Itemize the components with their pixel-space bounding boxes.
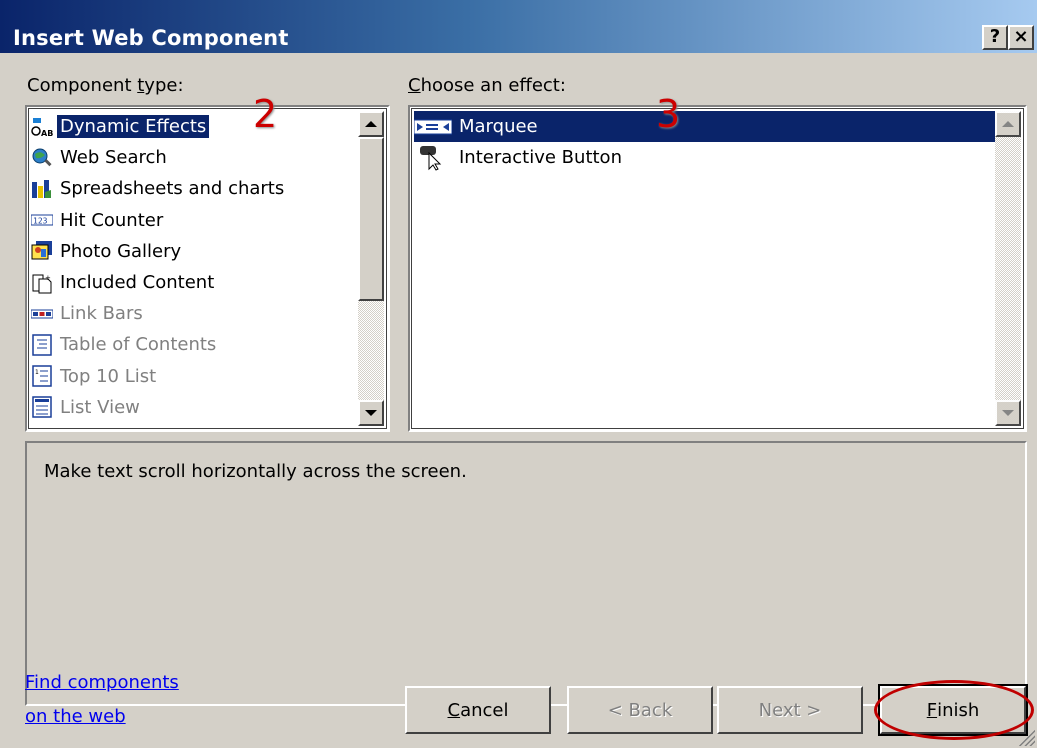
- close-button[interactable]: ×: [1008, 25, 1034, 50]
- top-10-list-icon: 1: [31, 365, 53, 387]
- list-item[interactable]: Spreadsheets and charts: [31, 173, 358, 204]
- find-components-link[interactable]: Find components: [25, 672, 179, 693]
- list-view-icon: [31, 396, 53, 419]
- help-button[interactable]: ?: [982, 25, 1008, 50]
- interactive-button-icon: [414, 145, 452, 171]
- photo-gallery-icon: [31, 240, 53, 262]
- effect-scrollbar[interactable]: [995, 111, 1021, 426]
- list-item[interactable]: Web Search: [31, 142, 358, 173]
- marquee-icon: [414, 116, 452, 138]
- window-title: Insert Web Component: [13, 26, 289, 50]
- list-item-label: Photo Gallery: [60, 240, 182, 262]
- svg-text:1: 1: [35, 369, 39, 376]
- annotation-step-3: 3: [656, 92, 681, 136]
- svg-text:123: 123: [33, 217, 48, 226]
- component-type-scrollbar[interactable]: [358, 111, 384, 426]
- list-item-label: Marquee: [459, 116, 538, 138]
- list-item[interactable]: 1 Top 10 List: [31, 361, 358, 392]
- scroll-thumb[interactable]: [358, 137, 384, 301]
- list-item-label: Table of Contents: [60, 334, 217, 356]
- svg-text:+: +: [45, 274, 51, 282]
- description-text: Make text scroll horizontally across the…: [44, 461, 467, 482]
- component-type-label: Component type:: [27, 75, 184, 96]
- web-search-icon: [31, 147, 53, 169]
- back-button[interactable]: < Back: [567, 686, 713, 734]
- list-item-label: Link Bars: [60, 303, 143, 325]
- cancel-button[interactable]: Cancel: [405, 686, 551, 734]
- list-item[interactable]: Interactive Button: [414, 142, 995, 173]
- list-item-label: Top 10 List: [60, 365, 157, 387]
- scroll-down-button[interactable]: [995, 400, 1021, 426]
- list-item-label: Included Content: [60, 272, 215, 294]
- list-item[interactable]: 123 Hit Counter: [31, 205, 358, 236]
- spreadsheet-chart-icon: [31, 178, 53, 200]
- list-item[interactable]: List View: [31, 392, 358, 423]
- svg-text:AB: AB: [41, 129, 53, 138]
- list-item[interactable]: Marquee: [414, 111, 999, 143]
- list-item-label: Hit Counter: [60, 209, 164, 231]
- included-content-icon: +: [31, 272, 53, 294]
- scroll-down-button[interactable]: [358, 400, 384, 426]
- on-the-web-link[interactable]: on the web: [25, 706, 126, 727]
- choose-effect-label: Choose an effect:: [408, 75, 566, 96]
- arrow-up-icon: [1002, 121, 1014, 127]
- list-item[interactable]: Link Bars: [31, 298, 358, 329]
- finish-button[interactable]: Finish: [878, 684, 1028, 736]
- arrow-up-icon: [365, 121, 377, 127]
- arrow-down-icon: [1002, 410, 1014, 416]
- list-item-label: Dynamic Effects: [57, 115, 210, 139]
- dynamic-effects-icon: AB: [31, 116, 53, 138]
- link-bars-icon: [31, 303, 53, 325]
- list-item-label: List View: [60, 396, 140, 418]
- list-item-label: Web Search: [60, 147, 167, 169]
- list-item-label: Spreadsheets and charts: [60, 178, 285, 200]
- component-type-list[interactable]: AB Dynamic Effects Web Search Spreadsheets …: [25, 105, 390, 432]
- table-of-contents-icon: [31, 334, 53, 356]
- title-bar: Insert Web Component ? ×: [0, 0, 1037, 55]
- description-panel: Make text scroll horizontally across the…: [25, 441, 1027, 706]
- list-item[interactable]: Table of Contents: [31, 329, 358, 360]
- list-item[interactable]: + Included Content: [31, 267, 358, 298]
- list-item[interactable]: Photo Gallery: [31, 236, 358, 267]
- list-item[interactable]: AB Dynamic Effects: [31, 111, 358, 142]
- list-item-label: Interactive Button: [459, 147, 622, 169]
- scroll-up-button[interactable]: [358, 111, 384, 137]
- arrow-down-icon: [365, 410, 377, 416]
- effect-list[interactable]: Marquee Interactive Button: [408, 105, 1027, 432]
- next-button[interactable]: Next >: [717, 686, 863, 734]
- annotation-step-2: 2: [253, 92, 278, 136]
- scroll-up-button[interactable]: [995, 111, 1021, 137]
- resize-grip-icon[interactable]: [1019, 730, 1035, 746]
- hit-counter-icon: 123: [31, 209, 53, 231]
